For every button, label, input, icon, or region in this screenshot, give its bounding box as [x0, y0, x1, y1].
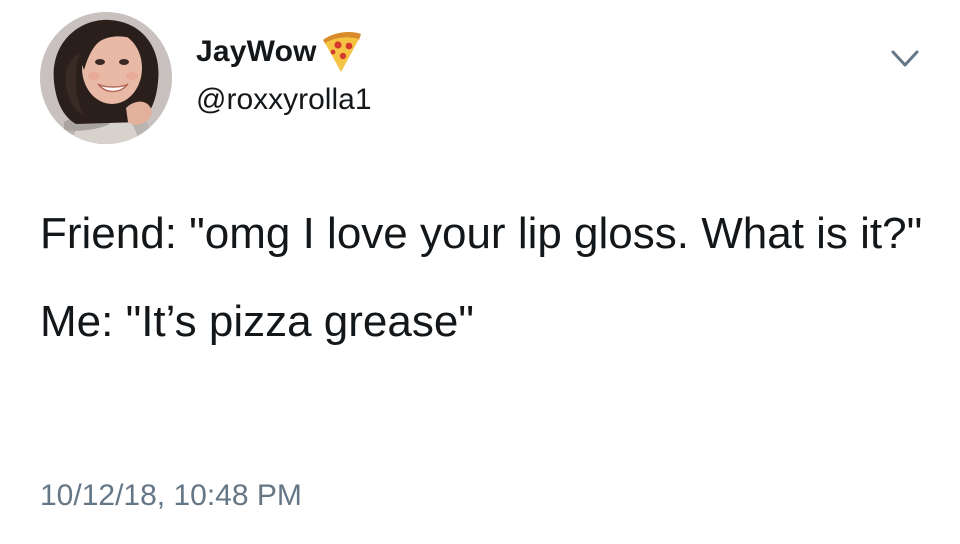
tweet-paragraph-2: Me: "It’s pizza grease"	[40, 297, 474, 346]
chevron-down-icon[interactable]	[888, 46, 922, 72]
tweet-text: Friend: "omg I love your lip gloss. What…	[40, 200, 940, 356]
author-display-name[interactable]: JayWow	[196, 30, 317, 74]
author-name-row[interactable]: JayWow	[196, 30, 363, 74]
avatar[interactable]	[40, 12, 172, 144]
pizza-icon	[321, 30, 363, 74]
avatar-photo	[40, 12, 172, 144]
tweet-paragraph-1: Friend: "omg I love your lip gloss. What…	[40, 209, 923, 258]
tweet-card: JayWow @roxxyrolla1 Friend: "omg I love …	[0, 0, 960, 544]
author-handle[interactable]: @roxxyrolla1	[196, 80, 372, 120]
tweet-timestamp[interactable]: 10/12/18, 10:48 PM	[40, 476, 302, 516]
